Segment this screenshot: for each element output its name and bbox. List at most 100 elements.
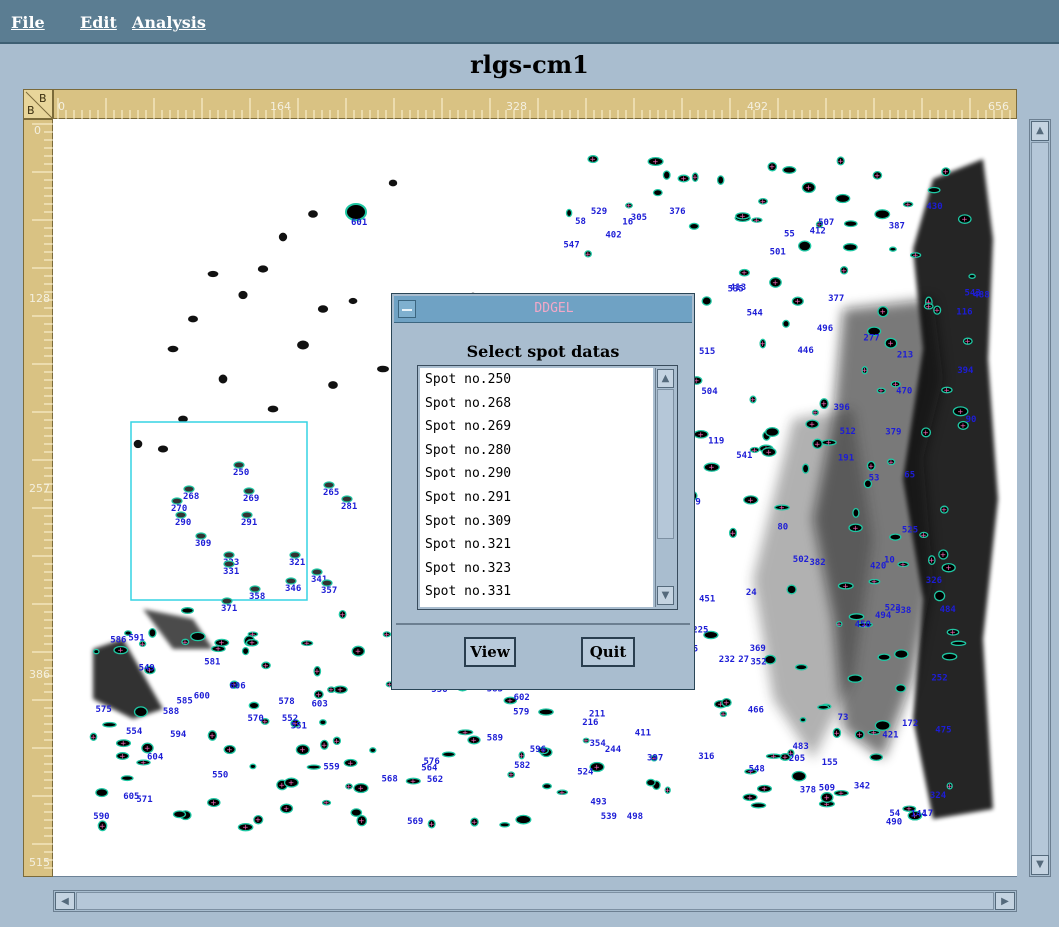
gel-spot (765, 427, 780, 437)
dialog-titlebar[interactable]: DDGEL (394, 296, 692, 323)
spot-marker: + (741, 269, 747, 279)
gel-spot (933, 590, 946, 602)
spot-marker: + (182, 638, 188, 648)
list-item[interactable]: Spot no.250 (420, 368, 653, 392)
spot-marker: + (888, 458, 894, 468)
spot-label: 570 (248, 714, 264, 724)
list-scroll-down-icon[interactable]: ▼ (657, 586, 674, 605)
ddgel-dialog: DDGEL Select spot datas Spot no.250 Spot… (391, 293, 695, 690)
spot-label: 541 (736, 451, 752, 461)
spot-label: 535 (728, 284, 744, 294)
spot-label: 569 (407, 817, 423, 827)
menu-file[interactable]: File (11, 13, 45, 32)
spot-label: 397 (647, 753, 663, 763)
spot-marker: + (209, 732, 215, 742)
spot-label: 116 (956, 307, 972, 317)
list-item[interactable]: Spot no.323 (420, 557, 653, 581)
gel-spot (847, 674, 863, 683)
spot-marker: + (219, 639, 225, 649)
spot-label: 371 (221, 604, 237, 614)
gel-spot (348, 297, 358, 305)
list-scroll-thumb[interactable] (657, 389, 674, 539)
spot-marker: + (585, 250, 591, 260)
spot-marker: + (559, 788, 565, 798)
gel-spot (782, 166, 797, 174)
gel-spot (180, 607, 195, 614)
dialog-separator (396, 623, 690, 625)
gel-spot (441, 751, 456, 758)
menu-edit[interactable]: Edit (80, 13, 117, 32)
scroll-right-icon[interactable]: ▶ (995, 892, 1015, 910)
horizontal-scroll-thumb[interactable] (76, 892, 994, 910)
spot-label: 326 (926, 576, 942, 586)
spot-label: 119 (708, 436, 724, 446)
list-item[interactable]: Spot no.309 (420, 510, 653, 534)
spot-label: 291 (241, 518, 257, 528)
selection-box[interactable] (130, 421, 308, 601)
spot-label: 377 (828, 294, 844, 304)
vertical-scroll-thumb[interactable] (1031, 142, 1049, 856)
spot-marker: + (843, 582, 849, 592)
spot-label: 387 (889, 221, 905, 231)
window-menu-icon[interactable] (398, 300, 416, 318)
spot-label: 589 (487, 734, 503, 744)
spot-marker: + (519, 751, 525, 761)
horizontal-scrollbar[interactable]: ◀ ▶ (53, 890, 1017, 912)
spot-marker: + (227, 746, 233, 756)
spot-marker: + (692, 173, 698, 183)
gel-spot (350, 808, 363, 817)
view-button[interactable]: View (464, 637, 516, 667)
spot-label: 493 (590, 798, 606, 808)
spot-marker: + (752, 446, 758, 456)
spot-marker: + (665, 786, 671, 796)
spot-marker: + (750, 396, 756, 406)
spot-list[interactable]: Spot no.250 Spot no.268 Spot no.269 Spot… (417, 365, 678, 610)
gel-spot (542, 783, 552, 790)
spot-marker: + (923, 428, 929, 438)
scroll-down-icon[interactable]: ▼ (1031, 855, 1049, 875)
spot-label: 252 (931, 674, 947, 684)
spot-label: 512 (840, 427, 856, 437)
spot-marker: + (594, 763, 600, 773)
spot-label: 539 (601, 812, 617, 822)
list-item[interactable]: Spot no.280 (420, 439, 653, 463)
gel-spot (267, 405, 279, 413)
list-item[interactable]: Spot no.268 (420, 392, 653, 416)
spot-label: 155 (822, 758, 838, 768)
menu-analysis[interactable]: Analysis (132, 13, 206, 32)
spot-label: 250 (233, 468, 249, 478)
spot-marker: + (871, 578, 877, 588)
spot-marker: + (841, 266, 847, 276)
spot-marker: + (754, 216, 760, 226)
quit-button[interactable]: Quit (581, 637, 635, 667)
list-item[interactable]: Spot no.331 (420, 580, 653, 604)
spot-label: 446 (798, 346, 814, 356)
spot-label: 90 (966, 415, 977, 425)
gel-spot (148, 627, 157, 638)
spot-label: 172 (902, 719, 918, 729)
vertical-scrollbar[interactable]: ▲ ▼ (1029, 119, 1051, 877)
spot-label: 606 (229, 681, 245, 691)
scroll-up-icon[interactable]: ▲ (1031, 121, 1049, 141)
spot-label: 579 (513, 707, 529, 717)
list-scroll-up-icon[interactable]: ▲ (657, 369, 674, 388)
gel-spot (377, 365, 389, 373)
list-item[interactable]: Spot no.321 (420, 533, 653, 557)
spot-label: 515 (699, 347, 715, 357)
spot-label: 369 (750, 644, 766, 654)
spot-label: 191 (838, 454, 854, 464)
gel-spot (515, 814, 532, 825)
spot-marker: + (929, 556, 935, 566)
spot-label: 342 (854, 782, 870, 792)
spot-marker: + (871, 728, 877, 738)
gel-spot (791, 770, 807, 782)
list-scrollbar[interactable]: ▲ ▼ (655, 368, 676, 607)
spot-label: 501 (770, 247, 786, 257)
spot-label: 507 (818, 218, 834, 228)
gel-spot (133, 706, 148, 718)
scroll-left-icon[interactable]: ◀ (55, 892, 75, 910)
list-item[interactable]: Spot no.290 (420, 462, 653, 486)
list-item[interactable]: Spot no.269 (420, 415, 653, 439)
list-item[interactable]: Spot no.291 (420, 486, 653, 510)
spot-marker: + (809, 420, 815, 430)
